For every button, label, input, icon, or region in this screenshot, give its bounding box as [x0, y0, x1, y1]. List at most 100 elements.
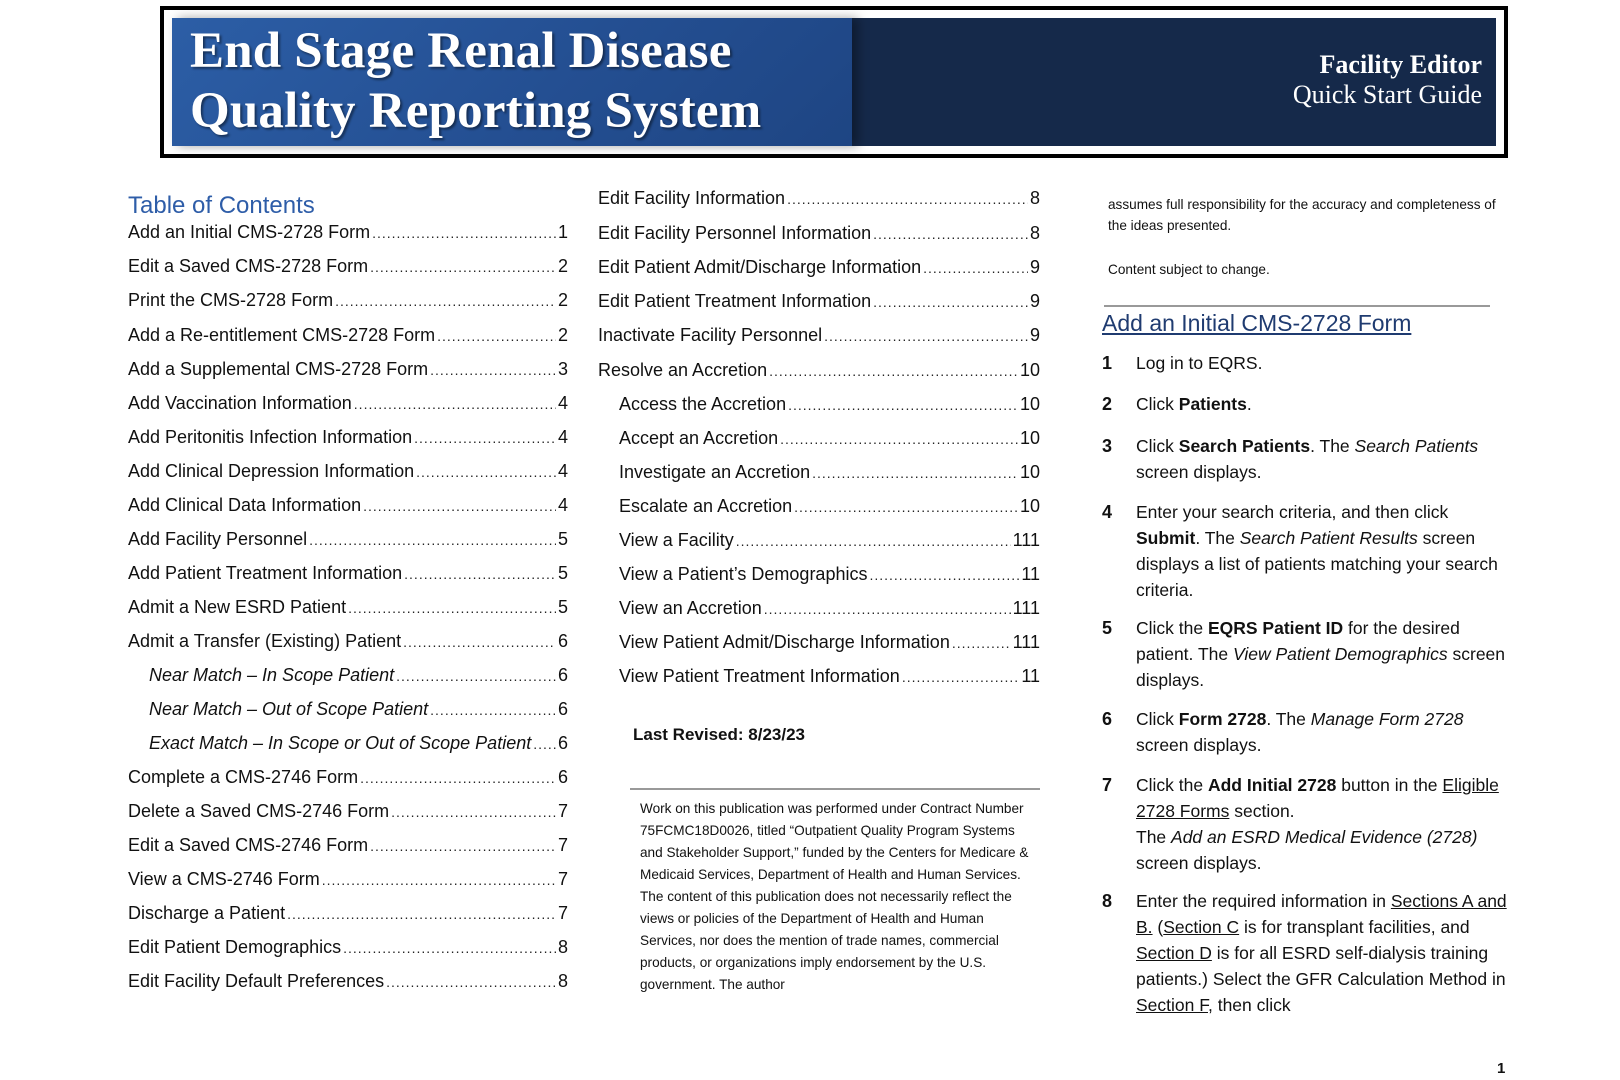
toc-entry-title: Edit Facility Default Preferences [128, 971, 385, 991]
toc-entry[interactable]: Delete a Saved CMS-2746 Form 7 [128, 801, 568, 822]
toc-subentry[interactable]: Near Match – Out of Scope Patient 6 [149, 699, 568, 720]
toc-entry-title: Edit Patient Treatment Information [598, 291, 872, 311]
toc-entry[interactable]: Inactivate Facility Personnel 9 [598, 325, 1040, 346]
toc-entry[interactable]: Edit Patient Demographics 8 [128, 937, 568, 958]
disclaimer-text: Work on this publication was performed u… [640, 801, 1029, 992]
toc-leader [322, 872, 556, 888]
step-text-part: . [1246, 394, 1252, 414]
toc-entry-title: Accept an Accretion [619, 428, 779, 448]
step-text-part: Click [1136, 436, 1179, 456]
toc-leader [873, 226, 1028, 242]
step-text-part: , then click [1207, 995, 1291, 1015]
toc-leader [430, 702, 556, 718]
toc-subentry[interactable]: View a Patient’s Demographics 11 [619, 564, 1040, 585]
toc-entry[interactable]: Edit Facility Information 8 [598, 188, 1040, 209]
toc-entry-title: View a CMS-2746 Form [128, 869, 320, 889]
toc-entry[interactable]: Resolve an Accretion 10 [598, 360, 1040, 381]
toc-entry[interactable]: Edit a Saved CMS-2746 Form 7 [128, 835, 568, 856]
banner-title-line2: Quality Reporting System [190, 83, 762, 139]
toc-entry-page: 6 [557, 767, 568, 787]
toc-subentry[interactable]: View Patient Admit/Discharge Information… [619, 632, 1040, 653]
toc-entry-title: Admit a New ESRD Patient [128, 597, 347, 617]
toc-entry[interactable]: Add an Initial CMS-2728 Form 1 [128, 222, 568, 243]
section-link[interactable]: Section C [1163, 917, 1239, 937]
toc-entry-page: 6 [557, 665, 568, 685]
toc-entry[interactable]: Add a Supplemental CMS-2728 Form 3 [128, 359, 568, 380]
toc-leader [764, 601, 1011, 617]
toc-leader [533, 736, 556, 752]
step-text-part: screen displays. [1136, 735, 1262, 755]
screen-name: Manage Form 2728 [1310, 709, 1464, 729]
ui-term: Search Patients [1178, 436, 1311, 456]
toc-entry-page: 1 [557, 222, 568, 242]
toc-entry-page: 10 [1019, 428, 1040, 448]
toc-entry[interactable]: Add a Re-entitlement CMS-2728 Form 2 [128, 325, 568, 346]
toc-entry-title: View an Accretion [619, 598, 762, 618]
toc-entry-title: Print the CMS-2728 Form [128, 290, 334, 310]
toc-entry[interactable]: Edit a Saved CMS-2728 Form 2 [128, 256, 568, 277]
toc-entry[interactable]: Edit Facility Default Preferences 8 [128, 971, 568, 992]
step-text-part: Enter the required information in [1136, 891, 1391, 911]
toc-subentry[interactable]: Near Match – In Scope Patient 6 [149, 665, 568, 686]
toc-leader [403, 634, 556, 650]
toc-entry[interactable]: Edit Facility Personnel Information 8 [598, 223, 1040, 244]
screen-name: Add an ESRD Medical Evidence (2728) [1171, 827, 1478, 847]
toc-entry-title: Add Patient Treatment Information [128, 563, 403, 583]
last-revised: Last Revised: 8/23/23 [633, 725, 805, 744]
toc-entry-page: 111 [1012, 598, 1040, 618]
section-link[interactable]: Section D [1136, 943, 1212, 963]
step-text-part: Click [1136, 709, 1179, 729]
toc-subentry[interactable]: View an Accretion 111 [619, 598, 1040, 619]
toc-entry[interactable]: Edit Patient Treatment Information 9 [598, 291, 1040, 312]
toc-leader [794, 499, 1018, 515]
toc-leader [391, 804, 556, 820]
toc-entry[interactable]: Add Patient Treatment Information 5 [128, 563, 568, 584]
toc-subentry[interactable]: Investigate an Accretion 10 [619, 462, 1040, 483]
toc-entry[interactable]: Admit a New ESRD Patient 5 [128, 597, 568, 618]
step-text: Click the EQRS Patient ID for the desire… [1136, 615, 1516, 693]
toc-subentry[interactable]: View a Facility 111 [619, 530, 1040, 551]
toc-entry[interactable]: Add Vaccination Information 4 [128, 393, 568, 414]
toc-subentry[interactable]: Escalate an Accretion 10 [619, 496, 1040, 517]
toc-entry[interactable]: Add Clinical Data Information 4 [128, 495, 568, 516]
banner-title-line1: End Stage Renal Disease [190, 23, 732, 79]
toc-entry[interactable]: View a CMS-2746 Form 7 [128, 869, 568, 890]
toc-entry[interactable]: Complete a CMS-2746 Form 6 [128, 767, 568, 788]
header-banner: End Stage Renal Disease Quality Reportin… [160, 6, 1508, 158]
toc-entry[interactable]: Add Facility Personnel 5 [128, 529, 568, 550]
disclaimer-continued: assumes full responsibility for the accu… [1108, 197, 1496, 233]
toc-subentry[interactable]: Accept an Accretion 10 [619, 428, 1040, 449]
toc-entry-title: Complete a CMS-2746 Form [128, 767, 359, 787]
toc-leader [370, 838, 556, 854]
toc-leader [788, 397, 1018, 413]
step-number: 4 [1102, 502, 1113, 522]
screen-name: Search Patients [1354, 436, 1479, 456]
toc-subentry[interactable]: Access the Accretion 10 [619, 394, 1040, 415]
step-text-part: button in the [1336, 775, 1443, 795]
step-text: Click the Add Initial 2728 button in the… [1136, 772, 1516, 876]
toc-entry[interactable]: Add Peritonitis Infection Information 4 [128, 427, 568, 448]
toc-entry[interactable]: Edit Patient Admit/Discharge Information… [598, 257, 1040, 278]
toc-entry-title: Discharge a Patient [128, 903, 286, 923]
toc-leader [952, 635, 1011, 651]
toc-entry[interactable]: Add Clinical Depression Information 4 [128, 461, 568, 482]
section-link[interactable]: Section F [1136, 995, 1208, 1015]
toc-entry-page: 2 [557, 290, 568, 310]
toc-entry[interactable]: Discharge a Patient 7 [128, 903, 568, 924]
toc-entry-page: 11 [1021, 564, 1040, 584]
toc-entry[interactable]: Admit a Transfer (Existing) Patient 6 [128, 631, 568, 652]
toc-leader [360, 770, 556, 786]
toc-entry-title: Investigate an Accretion [619, 462, 811, 482]
toc-leader [335, 293, 556, 309]
toc-entry-page: 6 [557, 699, 568, 719]
toc-entry-page: 7 [557, 903, 568, 923]
toc-leader [396, 668, 556, 684]
toc-entry[interactable]: Print the CMS-2728 Form 2 [128, 290, 568, 311]
toc-subentry[interactable]: Exact Match – In Scope or Out of Scope P… [149, 733, 568, 754]
divider [630, 788, 1040, 790]
toc-subentry[interactable]: View Patient Treatment Information 11 [619, 666, 1040, 687]
banner-title-block: End Stage Renal Disease Quality Reportin… [172, 18, 852, 146]
toc-leader [404, 566, 556, 582]
step-text-part: . The [1266, 709, 1311, 729]
toc-leader [812, 465, 1018, 481]
